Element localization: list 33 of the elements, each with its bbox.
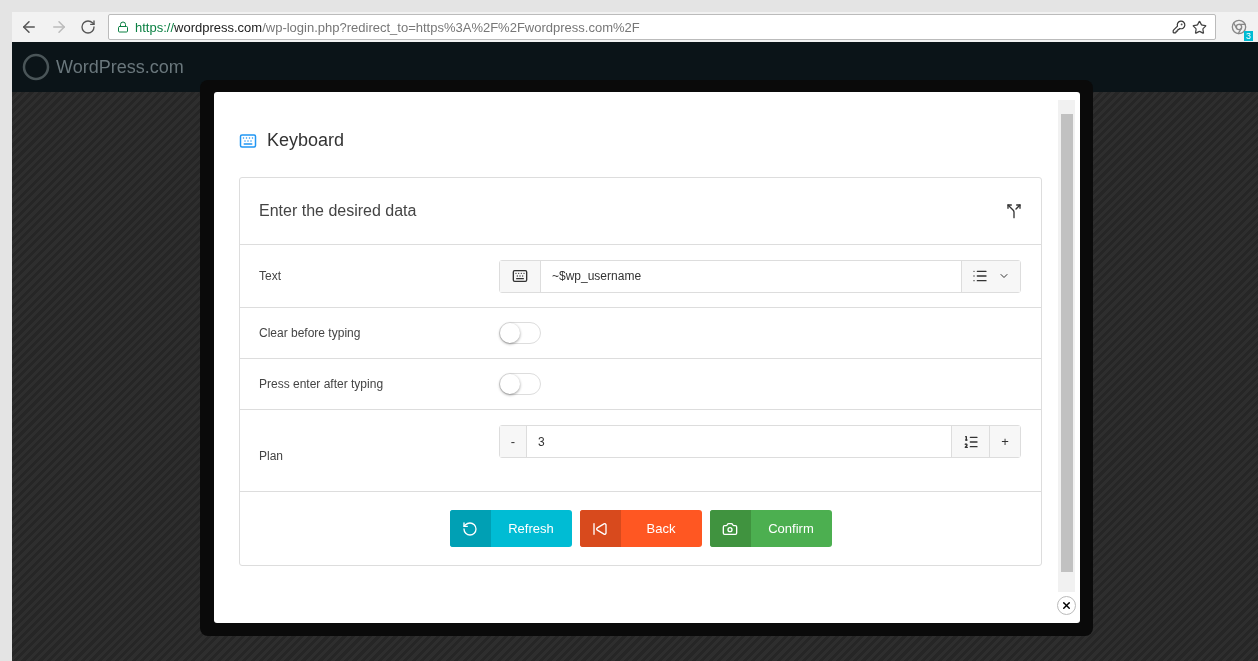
keyboard-icon xyxy=(512,268,528,284)
dialog-title: Keyboard xyxy=(267,130,345,151)
toggle-switch[interactable] xyxy=(499,322,541,344)
rotate-icon xyxy=(462,520,478,537)
list-icon[interactable] xyxy=(972,268,988,284)
split-icon[interactable] xyxy=(1006,203,1022,219)
scrollbar[interactable] xyxy=(1058,100,1075,592)
key-icon[interactable] xyxy=(1172,20,1186,34)
decrement-button[interactable]: - xyxy=(500,426,527,457)
extension-badge: 3 xyxy=(1244,31,1253,41)
field-label: Plan xyxy=(259,449,285,463)
close-icon xyxy=(1061,600,1072,611)
keyboard-icon xyxy=(239,131,257,150)
url-text: https://wordpress.com/wp-login.php?redirect_to=https%3A%2F%2Fwordpress.com%2F xyxy=(135,19,641,35)
close-button[interactable] xyxy=(1057,596,1076,615)
back-icon[interactable] xyxy=(20,18,38,36)
camera-icon xyxy=(722,520,738,537)
logo-icon xyxy=(22,53,50,81)
star-icon[interactable] xyxy=(1192,19,1207,35)
field-label: Press enter after typing xyxy=(259,377,385,391)
skip-back-icon xyxy=(592,520,608,537)
field-label: Clear before typing xyxy=(259,326,362,340)
toggle-switch[interactable] xyxy=(499,373,541,395)
increment-button[interactable]: + xyxy=(989,426,1020,457)
lock-icon xyxy=(117,21,129,33)
card-title: Enter the desired data xyxy=(259,202,417,220)
field-label: Text xyxy=(259,269,282,283)
reload-icon[interactable] xyxy=(80,19,96,35)
site-logo-text: WordPress.com xyxy=(56,56,184,78)
numbered-list-icon[interactable] xyxy=(962,433,979,450)
address-bar[interactable]: https://wordpress.com/wp-login.php?redirect_to=https%3A%2F%2Fwordpress.com%2F xyxy=(108,14,1216,40)
number-input-group[interactable]: - 3 + xyxy=(499,425,1021,458)
text-input-group[interactable]: ~$wp_username xyxy=(499,259,1021,293)
